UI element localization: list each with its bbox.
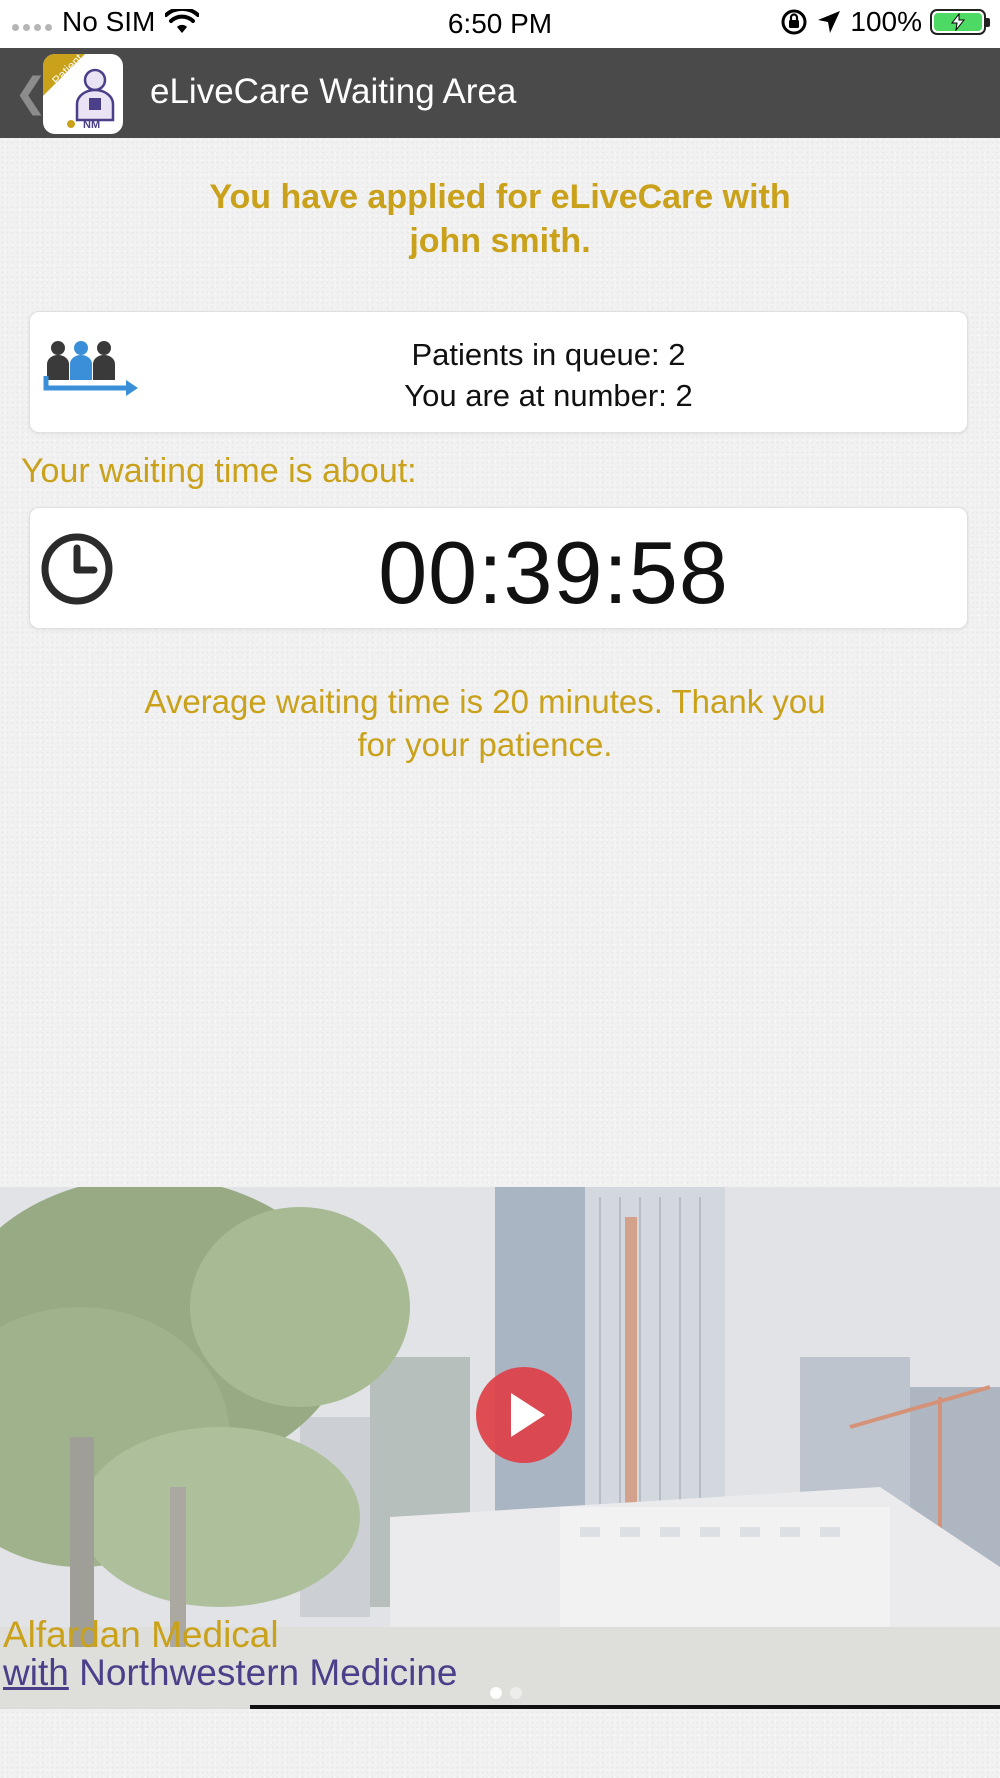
page-dot-active [490, 1687, 502, 1699]
applied-title: You have applied for eLiveCare with john… [80, 175, 920, 263]
battery-percent: 100% [850, 6, 922, 37]
page-indicator [490, 1687, 522, 1699]
video-caption-line-1: Alfardan Medical [3, 1614, 279, 1655]
queue-info: Patients in queue: 2 You are at number: … [150, 334, 947, 416]
queue-people-icon [43, 341, 138, 396]
nav-bar: ❮ Patient NM eLiveCare Waiting Area [0, 48, 1000, 138]
video-caption-rest: Northwestern Medicine [68, 1652, 458, 1693]
clock-icon [41, 533, 113, 605]
video-caption-with: with [3, 1652, 69, 1693]
divider [0, 1707, 250, 1709]
applied-line-1: You have applied for eLiveCare with [209, 178, 791, 216]
orientation-lock-icon [781, 9, 807, 35]
avg-line-2: for your patience. [357, 726, 613, 763]
your-position: You are at number: 2 [404, 378, 693, 413]
video-caption-line-2: with Northwestern Medicine [3, 1652, 457, 1694]
page-dot [510, 1687, 522, 1699]
battery-icon [930, 9, 990, 35]
app-logo: Patient NM [43, 54, 123, 134]
waiting-time-label: Your waiting time is about: [21, 452, 417, 490]
play-button[interactable] [476, 1367, 572, 1463]
applied-line-2: john smith. [409, 222, 591, 260]
avg-line-1: Average waiting time is 20 minutes. Than… [144, 683, 826, 720]
home-indicator [250, 1705, 1000, 1709]
location-arrow-icon [818, 11, 841, 33]
patients-in-queue: Patients in queue: 2 [411, 337, 686, 372]
countdown-timer: 00:39:58 [378, 523, 729, 622]
timer-card: 00:39:58 [29, 507, 968, 629]
queue-card: Patients in queue: 2 You are at number: … [29, 311, 968, 433]
nav-title: eLiveCare Waiting Area [150, 72, 517, 111]
average-wait-message: Average waiting time is 20 minutes. Than… [80, 680, 890, 766]
promo-video[interactable]: Alfardan Medical with Northwestern Medic… [0, 1187, 1000, 1707]
status-bar: No SIM 6:50 PM 100% [0, 0, 1000, 48]
logo-mark-text: NM [83, 119, 100, 131]
status-right: 100% [780, 6, 990, 38]
